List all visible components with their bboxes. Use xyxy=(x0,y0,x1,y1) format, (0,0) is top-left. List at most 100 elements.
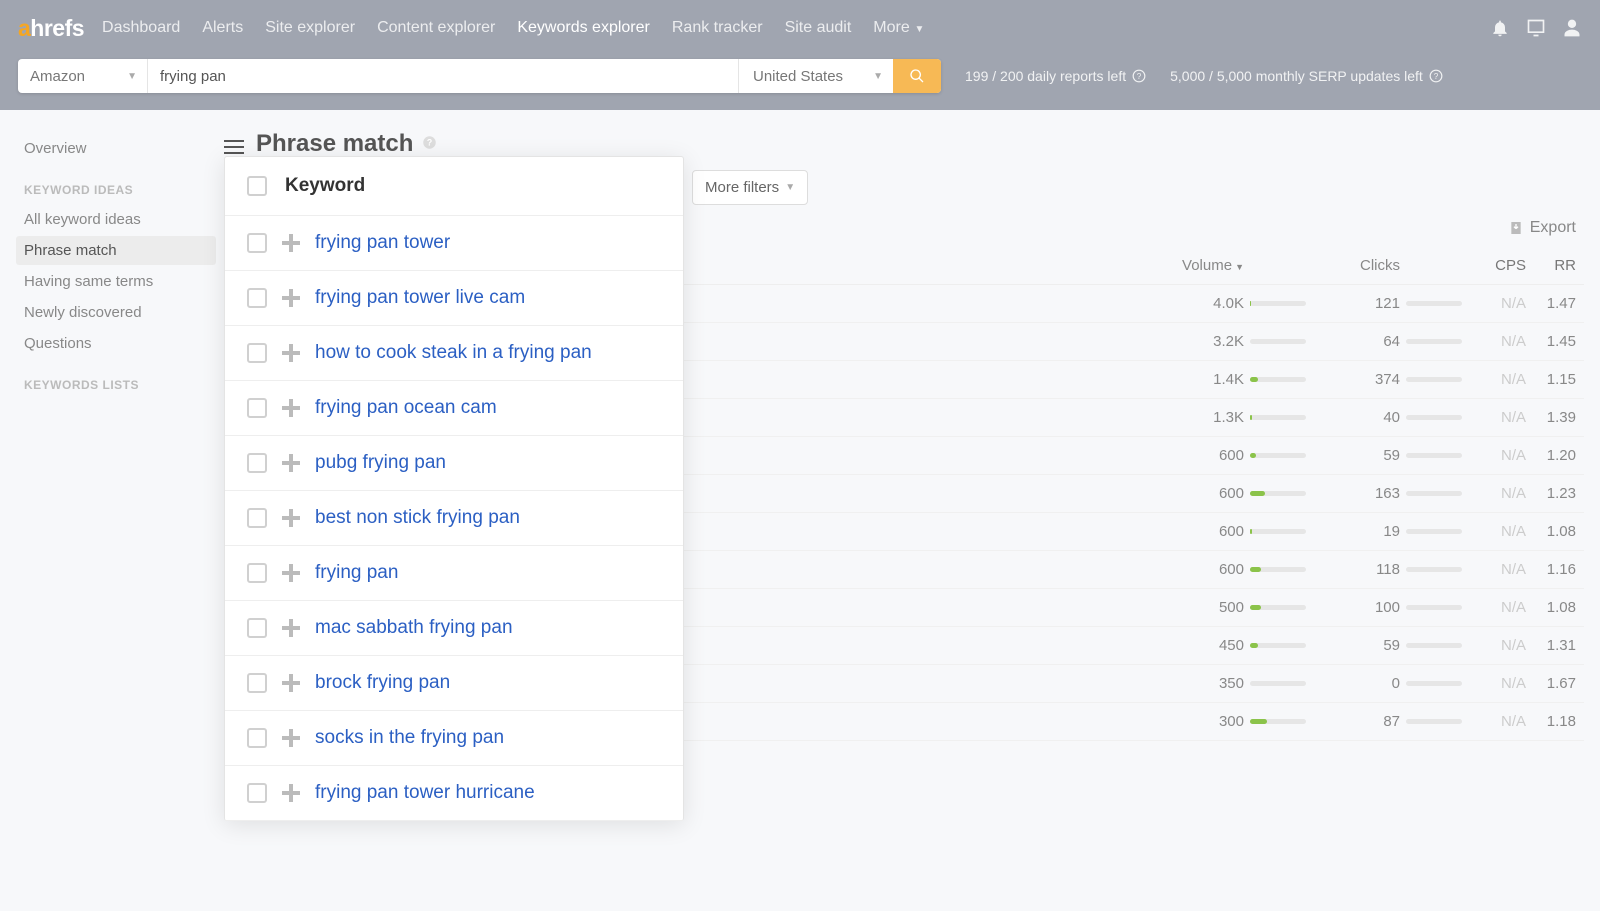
keyword-link[interactable]: frying pan tower xyxy=(315,232,450,254)
user-icon[interactable] xyxy=(1562,18,1582,38)
cell-clicks: 19 xyxy=(1310,523,1400,540)
sidebar-item-newly-discovered[interactable]: Newly discovered xyxy=(16,298,216,327)
brand-rest: hrefs xyxy=(30,15,84,41)
bell-icon[interactable] xyxy=(1490,18,1510,38)
col-clicks[interactable]: Clicks xyxy=(1310,257,1400,274)
nav-item-content-explorer[interactable]: Content explorer xyxy=(377,19,495,37)
add-keyword-button[interactable] xyxy=(281,343,301,363)
cell-clicks: 0 xyxy=(1310,675,1400,692)
keyword-row: frying pan tower hurricane xyxy=(225,766,683,821)
monitor-icon[interactable] xyxy=(1526,18,1546,38)
keyword-checkbox[interactable] xyxy=(247,728,267,748)
country-label: United States xyxy=(753,68,843,85)
cell-rr: 1.47 xyxy=(1526,295,1576,312)
svg-text:?: ? xyxy=(1137,72,1142,81)
cell-cps: N/A xyxy=(1466,675,1526,692)
add-keyword-button[interactable] xyxy=(281,398,301,418)
cell-rr: 1.67 xyxy=(1526,675,1576,692)
sidebar-item-having-same-terms[interactable]: Having same terms xyxy=(16,267,216,296)
cell-rr: 1.23 xyxy=(1526,485,1576,502)
keyword-checkbox[interactable] xyxy=(247,398,267,418)
nav-item-alerts[interactable]: Alerts xyxy=(202,19,243,37)
volume-bar xyxy=(1250,453,1306,458)
clicks-bar xyxy=(1406,605,1462,610)
add-keyword-button[interactable] xyxy=(281,508,301,528)
cell-volume: 600 xyxy=(1154,523,1244,540)
export-button[interactable]: Export xyxy=(1508,219,1576,237)
add-keyword-button[interactable] xyxy=(281,783,301,803)
cell-volume: 600 xyxy=(1154,561,1244,578)
add-keyword-button[interactable] xyxy=(281,728,301,748)
keyword-row: how to cook steak in a frying pan xyxy=(225,326,683,381)
keyword-checkbox[interactable] xyxy=(247,288,267,308)
volume-bar xyxy=(1250,377,1306,382)
chevron-down-icon: ▼ xyxy=(873,71,883,82)
cell-clicks: 87 xyxy=(1310,713,1400,730)
col-rr[interactable]: RR xyxy=(1526,257,1576,274)
add-keyword-button[interactable] xyxy=(281,233,301,253)
keyword-checkbox[interactable] xyxy=(247,783,267,803)
hamburger-icon[interactable] xyxy=(224,136,244,152)
sidebar-heading-lists: KEYWORDS LISTS xyxy=(16,360,216,400)
engine-select[interactable]: Amazon ▼ xyxy=(18,59,148,93)
search-button[interactable] xyxy=(893,59,941,93)
keyword-link[interactable]: frying pan ocean cam xyxy=(315,397,497,419)
sidebar-item-phrase-match[interactable]: Phrase match xyxy=(16,236,216,265)
keyword-checkbox[interactable] xyxy=(247,453,267,473)
cell-clicks: 59 xyxy=(1310,637,1400,654)
col-cps[interactable]: CPS xyxy=(1466,257,1526,274)
keyword-link[interactable]: frying pan tower hurricane xyxy=(315,782,535,804)
keyword-link[interactable]: brock frying pan xyxy=(315,672,450,694)
keyword-row: frying pan tower xyxy=(225,216,683,271)
add-keyword-button[interactable] xyxy=(281,673,301,693)
cell-clicks: 40 xyxy=(1310,409,1400,426)
keyword-link[interactable]: socks in the frying pan xyxy=(315,727,504,749)
sidebar-heading-ideas: KEYWORD IDEAS xyxy=(16,165,216,205)
help-icon[interactable]: ? xyxy=(1429,69,1443,83)
nav-item-dashboard[interactable]: Dashboard xyxy=(102,19,180,37)
col-volume[interactable]: Volume▼ xyxy=(1154,257,1244,274)
keyword-checkbox[interactable] xyxy=(247,563,267,583)
add-keyword-button[interactable] xyxy=(281,618,301,638)
keyword-checkbox[interactable] xyxy=(247,618,267,638)
cell-volume: 3.2K xyxy=(1154,333,1244,350)
nav-item-rank-tracker[interactable]: Rank tracker xyxy=(672,19,763,37)
nav-item-site-audit[interactable]: Site audit xyxy=(785,19,852,37)
add-keyword-button[interactable] xyxy=(281,563,301,583)
keyword-checkbox[interactable] xyxy=(247,508,267,528)
add-keyword-button[interactable] xyxy=(281,288,301,308)
nav-item-more[interactable]: More ▼ xyxy=(873,19,924,37)
nav-item-keywords-explorer[interactable]: Keywords explorer xyxy=(517,19,650,37)
keyword-link[interactable]: mac sabbath frying pan xyxy=(315,617,513,639)
sidebar-item-overview[interactable]: Overview xyxy=(16,134,216,163)
engine-label: Amazon xyxy=(30,68,85,85)
search-row: Amazon ▼ United States ▼ 199 / 200 daily… xyxy=(0,56,1600,110)
keyword-link[interactable]: frying pan tower live cam xyxy=(315,287,525,309)
select-all-checkbox[interactable] xyxy=(247,176,267,196)
more-filters-button[interactable]: More filters ▼ xyxy=(692,170,808,205)
keyword-link[interactable]: pubg frying pan xyxy=(315,452,446,474)
brand-logo[interactable]: ahrefs xyxy=(18,15,84,42)
search-input[interactable] xyxy=(148,59,738,93)
cell-volume: 600 xyxy=(1154,447,1244,464)
keyword-checkbox[interactable] xyxy=(247,343,267,363)
keyword-row: frying pan ocean cam xyxy=(225,381,683,436)
keyword-checkbox[interactable] xyxy=(247,673,267,693)
keyword-link[interactable]: best non stick frying pan xyxy=(315,507,520,529)
add-keyword-button[interactable] xyxy=(281,453,301,473)
sidebar-item-questions[interactable]: Questions xyxy=(16,329,216,358)
cell-volume: 350 xyxy=(1154,675,1244,692)
cell-clicks: 118 xyxy=(1310,561,1400,578)
help-icon[interactable]: ? xyxy=(1132,69,1146,83)
top-nav-bar: ahrefs Dashboard Alerts Site explorer Conte… xyxy=(0,0,1600,56)
help-icon[interactable]: ? xyxy=(422,135,437,150)
country-select[interactable]: United States ▼ xyxy=(738,59,893,93)
keyword-link[interactable]: how to cook steak in a frying pan xyxy=(315,342,592,364)
keyword-link[interactable]: frying pan xyxy=(315,562,398,584)
cell-rr: 1.08 xyxy=(1526,599,1576,616)
keyword-checkbox[interactable] xyxy=(247,233,267,253)
nav-item-site-explorer[interactable]: Site explorer xyxy=(265,19,355,37)
volume-bar xyxy=(1250,605,1306,610)
usage-daily: 199 / 200 daily reports left ? xyxy=(965,68,1146,84)
sidebar-item-all-keyword-ideas[interactable]: All keyword ideas xyxy=(16,205,216,234)
